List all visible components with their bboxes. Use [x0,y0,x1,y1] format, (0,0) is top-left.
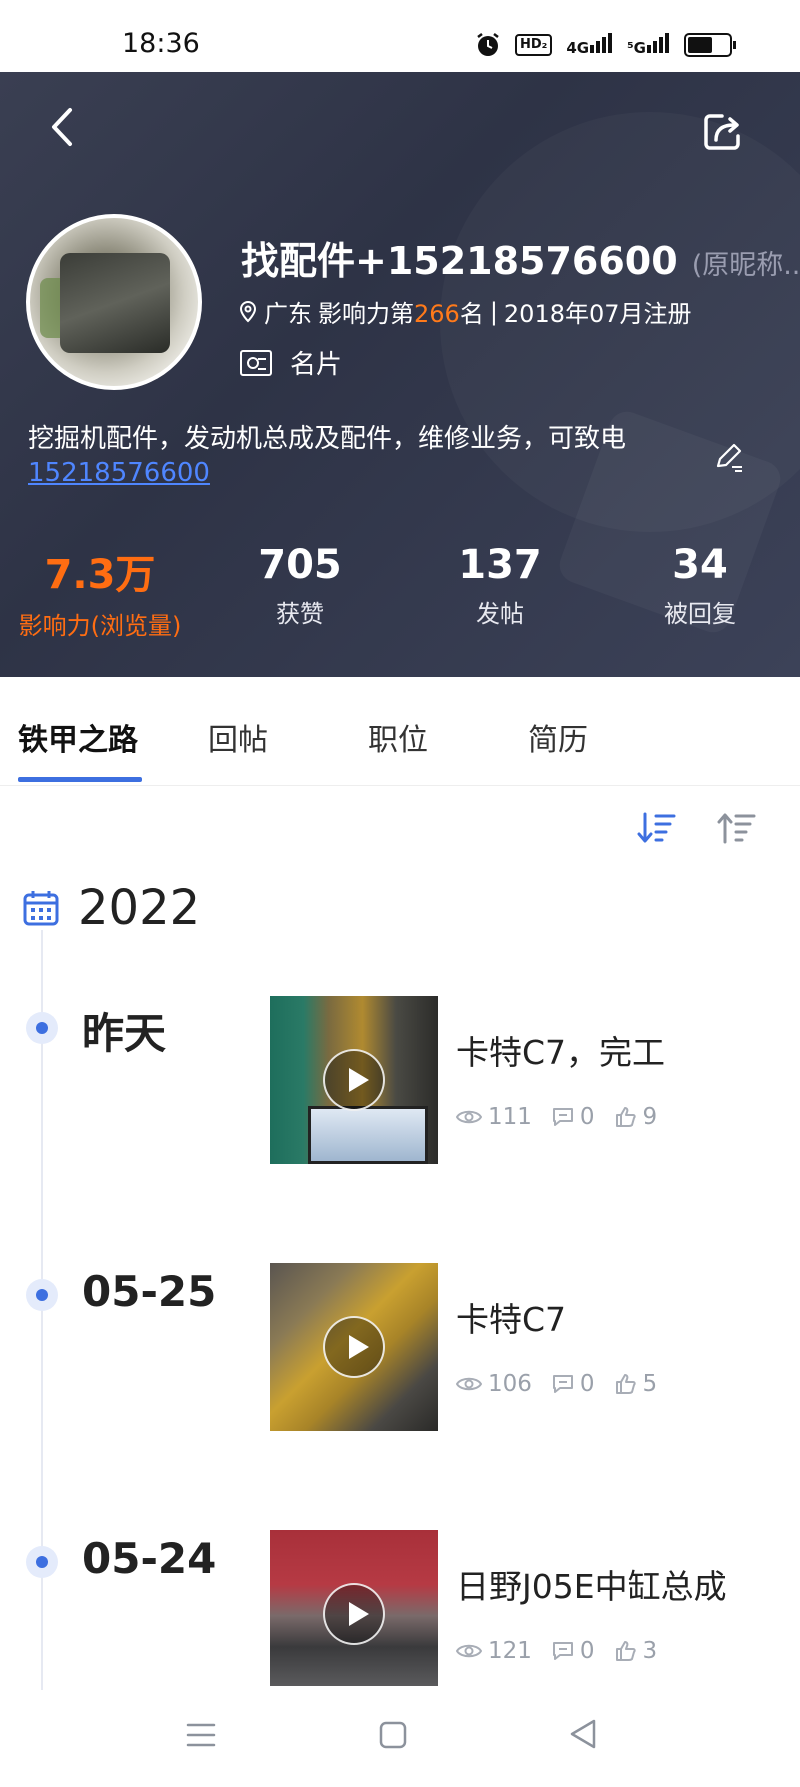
comment-count: 0 [579,1104,595,1130]
eye-icon [456,1644,482,1658]
comment-icon [552,1642,573,1660]
signal-4g-icon: 4G [566,33,613,57]
home-nav-icon[interactable] [378,1720,408,1750]
stat-posts[interactable]: 137 发帖 [400,542,600,641]
view-count: 106 [488,1371,532,1397]
stat-replies[interactable]: 34 被回复 [600,542,800,641]
business-card-button[interactable]: 名片 [240,344,342,381]
stat-label: 影响力(浏览量) [18,612,182,640]
system-nav-bar [0,1690,800,1787]
status-icons: HD₂ 4G ⁵G [475,32,736,58]
register-date: 2018年07月注册 [503,300,692,328]
battery-icon [684,33,736,57]
stat-value: 137 [458,542,542,588]
active-tab-indicator [18,777,142,782]
video-thumbnail[interactable] [270,996,438,1164]
bio-text: 挖掘机配件，发动机总成及配件，维修业务，可致电 [28,424,627,454]
tab-jobs[interactable]: 职位 [368,715,428,759]
entry-title[interactable]: 卡特C7 [456,1293,566,1341]
location-text: 广东 [264,300,312,328]
location-pin-icon [239,300,257,322]
like-count: 9 [642,1104,658,1130]
profile-bio: 挖掘机配件，发动机总成及配件，维修业务，可致电 15218576600 [28,422,708,490]
back-arrow-icon[interactable] [42,102,82,152]
avatar[interactable] [26,214,202,390]
profile-name: 找配件+15218576600 (原昵称... [241,230,800,285]
video-thumbnail[interactable] [270,1263,438,1431]
entry-stats: 121 0 3 [456,1638,657,1664]
sort-ascending-icon[interactable] [716,810,758,846]
like-count: 5 [642,1371,658,1397]
thumbs-up-icon [615,1374,636,1394]
username: 找配件+15218576600 [241,239,678,283]
tab-resume[interactable]: 简历 [528,715,588,759]
entry-stats: 106 0 5 [456,1371,657,1397]
entry-stats: 111 0 9 [456,1104,657,1130]
menu-nav-icon[interactable] [186,1720,216,1750]
video-thumbnail[interactable] [270,1530,438,1686]
id-card-icon [240,349,272,376]
entry-date: 05-25 [82,1267,217,1316]
thumbs-up-icon [615,1107,636,1127]
like-count: 3 [642,1638,658,1664]
hd-badge: HD₂ [514,34,553,56]
entry-title[interactable]: 卡特C7，完工 [456,1026,665,1074]
view-count: 121 [488,1638,532,1664]
sort-descending-icon[interactable] [636,810,678,846]
status-bar: 18:36 HD₂ 4G ⁵G [0,0,800,72]
entry-title[interactable]: 日野J05E中缸总成 [456,1560,727,1608]
meta-separator: | [489,297,498,326]
original-name: (原昵称... [691,250,800,281]
back-nav-icon[interactable] [568,1718,598,1750]
alarm-icon [477,33,499,56]
stat-label: 被回复 [664,600,736,628]
profile-meta: 广东 影响力第266名 | 2018年07月注册 [238,294,692,329]
stats-row: 7.3万 影响力(浏览量) 705 获赞 137 发帖 34 被回复 [0,542,800,641]
play-icon [323,1049,385,1111]
comment-count: 0 [579,1638,595,1664]
stat-likes[interactable]: 705 获赞 [200,542,400,641]
timeline-dot [26,1279,58,1311]
timeline-entry[interactable]: 05-24 日野J05E中缸总成 121 0 3 [0,1530,800,1704]
play-icon [323,1583,385,1645]
stat-label: 获赞 [276,600,324,628]
tab-bar: 铁甲之路 回帖 职位 简历 [0,677,800,786]
tab-road[interactable]: 铁甲之路 [18,715,138,759]
status-time: 18:36 [122,28,200,59]
comment-icon [552,1375,573,1393]
thumbs-up-icon [615,1641,636,1661]
eye-icon [456,1110,482,1124]
edit-pencil-icon[interactable] [712,440,746,474]
timeline-dot [26,1546,58,1578]
entry-date: 昨天 [82,1009,167,1058]
eye-icon [456,1377,482,1391]
profile-header: 找配件+15218576600 (原昵称... 广东 影响力第266名 | 201… [0,72,800,677]
play-icon [323,1316,385,1378]
timeline-entry[interactable]: 05-25 卡特C7 106 0 5 [0,1263,800,1437]
bio-phone-link[interactable]: 15218576600 [28,458,210,488]
stat-value: 34 [672,542,728,588]
entry-date: 05-24 [82,1534,217,1583]
view-count: 111 [488,1104,532,1130]
stat-value: 7.3万 [44,552,156,598]
stat-label: 发帖 [476,600,524,628]
share-icon[interactable] [700,110,744,154]
comment-icon [552,1108,573,1126]
calendar-icon [23,891,59,926]
comment-count: 0 [579,1371,595,1397]
timeline-entry[interactable]: 昨天 卡特C7，完工 111 0 9 [0,996,800,1170]
year-label: 2022 [78,880,201,936]
card-label: 名片 [290,350,343,380]
timeline-dot [26,1012,58,1044]
influence-rank: 影响力第266名 [318,300,484,328]
tab-replies[interactable]: 回帖 [208,715,268,759]
signal-5g-icon: ⁵G [627,33,670,57]
stat-influence[interactable]: 7.3万 影响力(浏览量) [0,542,200,641]
timeline-year: 2022 [22,880,200,936]
stat-value: 705 [258,542,342,588]
